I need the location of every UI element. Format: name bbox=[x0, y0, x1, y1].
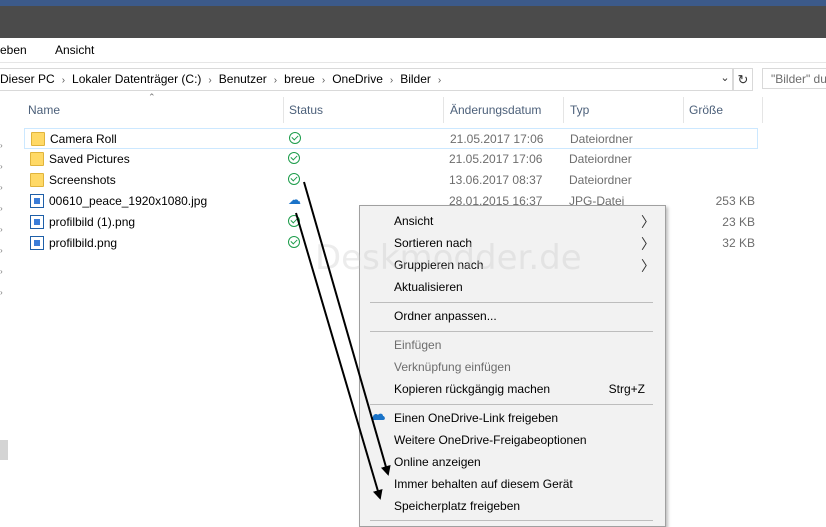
title-bar-accent bbox=[0, 0, 826, 6]
crumb-local-disk[interactable]: Lokaler Datenträger (C:) bbox=[72, 72, 201, 86]
chevron-right-icon[interactable]: › bbox=[274, 75, 277, 86]
menu-separator bbox=[370, 302, 653, 303]
file-date: 21.05.2017 17:06 bbox=[450, 132, 544, 146]
column-type[interactable]: Typ bbox=[570, 93, 683, 126]
menu-item-einfuegen[interactable]: Einfügen bbox=[360, 334, 665, 356]
menu-separator bbox=[370, 331, 653, 332]
file-size: 23 KB bbox=[722, 215, 755, 229]
expand-arrow-icon[interactable]: › bbox=[0, 225, 3, 234]
file-name: Saved Pictures bbox=[49, 152, 130, 166]
onedrive-cloud-icon bbox=[371, 413, 385, 420]
menu-item-ordner-anpassen[interactable]: Ordner anpassen... bbox=[360, 305, 665, 327]
file-row-screenshots[interactable]: Screenshots 13.06.2017 08:37 Dateiordner bbox=[24, 170, 758, 191]
crumb-this-pc[interactable]: Dieser PC bbox=[0, 72, 55, 86]
column-divider[interactable] bbox=[762, 97, 763, 123]
menu-item-online-anzeigen[interactable]: Online anzeigen bbox=[360, 451, 665, 473]
image-file-icon bbox=[30, 236, 44, 250]
file-name: Screenshots bbox=[49, 173, 116, 187]
chevron-right-icon: 〉 bbox=[641, 258, 655, 274]
file-date: 21.05.2017 17:06 bbox=[449, 152, 543, 166]
refresh-icon[interactable]: ↻ bbox=[733, 68, 753, 91]
menu-item-aktualisieren[interactable]: Aktualisieren bbox=[360, 276, 665, 298]
folder-icon bbox=[30, 173, 44, 187]
chevron-right-icon[interactable]: › bbox=[62, 75, 65, 86]
menu-item-immer-behalten[interactable]: Immer behalten auf diesem Gerät bbox=[360, 473, 665, 495]
crumb-users[interactable]: Benutzer bbox=[219, 72, 267, 86]
nav-scrollbar[interactable] bbox=[0, 440, 8, 460]
ribbon-tabs: eben Ansicht bbox=[0, 38, 826, 63]
expand-arrow-icon[interactable]: › bbox=[0, 141, 3, 150]
expand-arrow-icon[interactable]: › bbox=[0, 267, 3, 276]
synced-check-icon bbox=[288, 215, 300, 227]
file-name: 00610_peace_1920x1080.jpg bbox=[49, 194, 208, 208]
synced-check-icon bbox=[288, 152, 300, 164]
expand-arrow-icon[interactable]: › bbox=[0, 183, 3, 192]
image-file-icon bbox=[30, 215, 44, 229]
file-row-saved-pictures[interactable]: Saved Pictures 21.05.2017 17:06 Dateiord… bbox=[24, 149, 758, 170]
column-size[interactable]: Größe bbox=[689, 93, 759, 126]
menu-item-onedrive-link[interactable]: Einen OneDrive-Link freigeben bbox=[360, 407, 665, 429]
menu-item-rueckgaengig[interactable]: Kopieren rückgängig machen Strg+Z bbox=[360, 378, 665, 400]
chevron-right-icon[interactable]: › bbox=[390, 75, 393, 86]
synced-check-icon bbox=[288, 173, 300, 185]
crumb-onedrive[interactable]: OneDrive bbox=[332, 72, 383, 86]
tab-share[interactable]: eben bbox=[0, 43, 27, 57]
shortcut-label: Strg+Z bbox=[608, 382, 645, 396]
menu-item-speicherplatz[interactable]: Speicherplatz freigeben bbox=[360, 495, 665, 517]
column-date[interactable]: Änderungsdatum bbox=[450, 93, 563, 126]
expand-arrow-icon[interactable]: › bbox=[0, 246, 3, 255]
chevron-right-icon[interactable]: › bbox=[208, 75, 211, 86]
column-divider[interactable] bbox=[443, 97, 444, 123]
file-name: profilbild (1).png bbox=[49, 215, 136, 229]
address-bar[interactable]: Dieser PC › Lokaler Datenträger (C:) › Benut… bbox=[0, 68, 733, 91]
file-name: profilbild.png bbox=[49, 236, 118, 250]
crumb-breue[interactable]: breue bbox=[284, 72, 315, 86]
file-type: Dateiordner bbox=[570, 132, 633, 146]
folder-icon bbox=[30, 152, 44, 166]
cloud-icon: ☁ bbox=[288, 192, 301, 207]
column-divider[interactable] bbox=[283, 97, 284, 123]
column-name[interactable]: Name bbox=[28, 93, 284, 126]
folder-icon bbox=[31, 132, 45, 146]
chevron-right-icon: 〉 bbox=[641, 214, 655, 230]
title-bar bbox=[0, 0, 826, 38]
breadcrumb: Dieser PC › Lokaler Datenträger (C:) › Benut… bbox=[0, 72, 448, 86]
synced-check-icon bbox=[289, 132, 301, 144]
expand-arrow-icon[interactable]: › bbox=[0, 204, 3, 213]
menu-item-gruppieren[interactable]: Gruppieren nach 〉 bbox=[360, 254, 665, 276]
chevron-down-icon[interactable]: ⌄ bbox=[718, 71, 732, 84]
menu-item-verknuepfung[interactable]: Verknüpfung einfügen bbox=[360, 356, 665, 378]
menu-item-weitere-optionen[interactable]: Weitere OneDrive-Freigabeoptionen bbox=[360, 429, 665, 451]
chevron-right-icon[interactable]: › bbox=[322, 75, 325, 86]
column-divider[interactable] bbox=[683, 97, 684, 123]
menu-separator bbox=[370, 404, 653, 405]
file-type: Dateiordner bbox=[569, 152, 632, 166]
expand-arrow-icon[interactable]: › bbox=[0, 162, 3, 171]
column-divider[interactable] bbox=[563, 97, 564, 123]
menu-item-sortieren[interactable]: Sortieren nach 〉 bbox=[360, 232, 665, 254]
navigation-pane: › › › › › › › › bbox=[0, 93, 10, 521]
column-status[interactable]: Status bbox=[289, 93, 444, 126]
context-menu: Ansicht 〉 Sortieren nach 〉 Gruppieren nach… bbox=[359, 205, 666, 527]
chevron-right-icon: 〉 bbox=[641, 236, 655, 252]
menu-item-ansicht[interactable]: Ansicht 〉 bbox=[360, 210, 665, 232]
address-row: Dieser PC › Lokaler Datenträger (C:) › Benut… bbox=[0, 65, 826, 93]
file-type: Dateiordner bbox=[569, 173, 632, 187]
file-date: 13.06.2017 08:37 bbox=[449, 173, 543, 187]
synced-check-icon bbox=[288, 236, 300, 248]
file-row-camera-roll[interactable]: Camera Roll 21.05.2017 17:06 Dateiordner bbox=[24, 128, 758, 149]
crumb-bilder[interactable]: Bilder bbox=[400, 72, 431, 86]
file-size: 32 KB bbox=[722, 236, 755, 250]
search-input[interactable]: "Bilder" du bbox=[762, 68, 826, 89]
expand-arrow-icon[interactable]: › bbox=[0, 288, 3, 297]
image-file-icon bbox=[30, 194, 44, 208]
file-size: 253 KB bbox=[715, 194, 755, 208]
tab-view[interactable]: Ansicht bbox=[55, 43, 94, 57]
file-name: Camera Roll bbox=[50, 132, 117, 146]
chevron-right-icon[interactable]: › bbox=[438, 75, 441, 86]
